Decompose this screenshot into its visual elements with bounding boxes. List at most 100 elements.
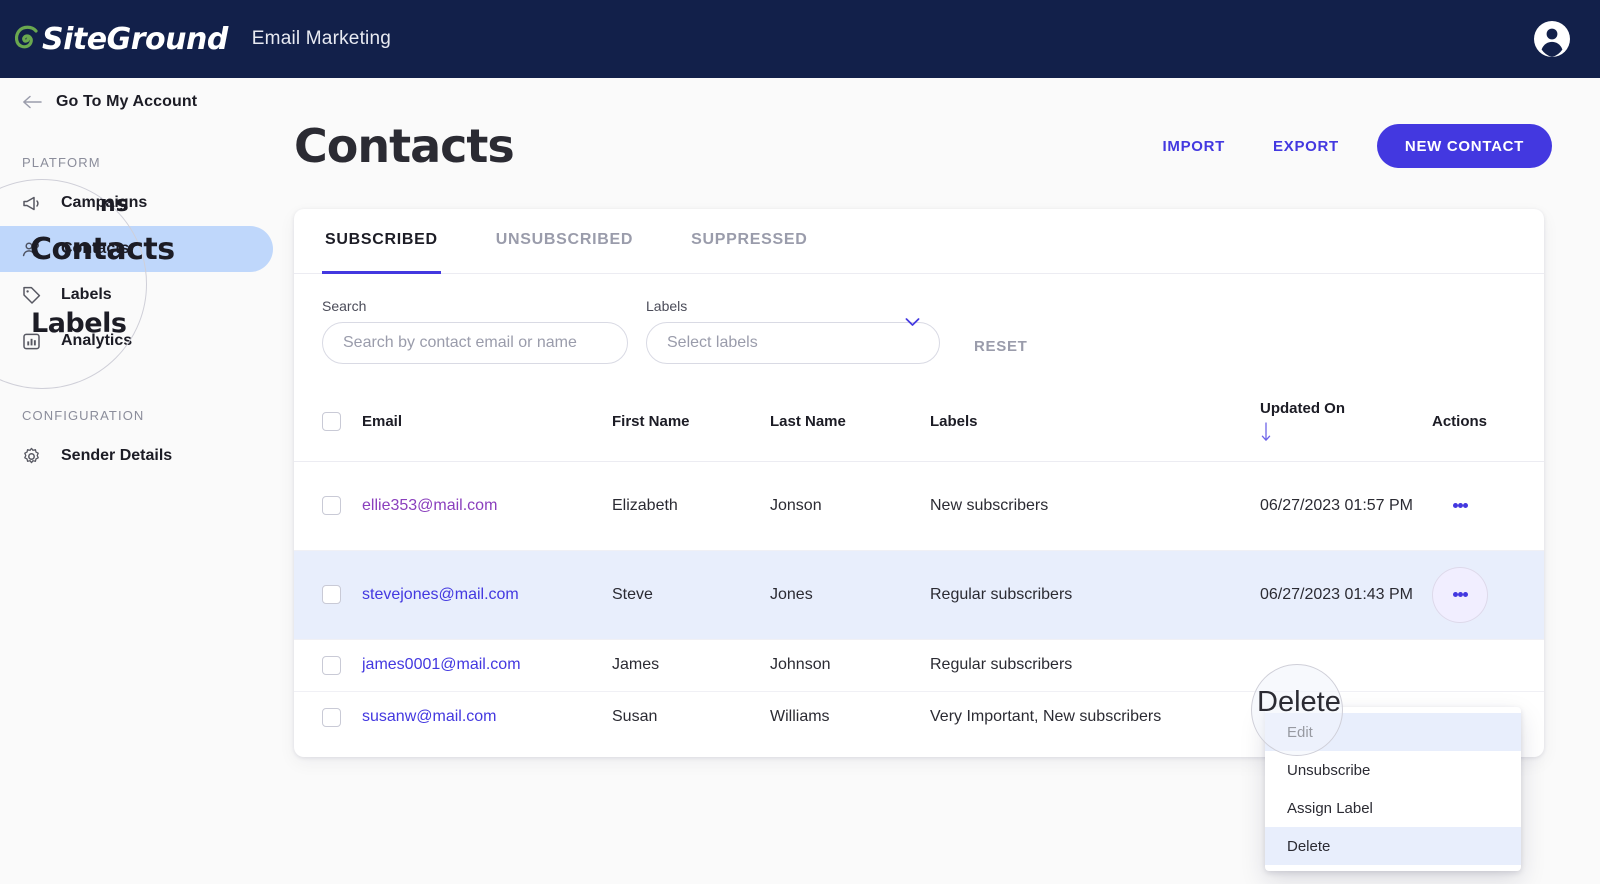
contact-email-link[interactable]: susanw@mail.com (362, 708, 497, 725)
table-header-row: Email First Name Last Name Labels Update… (294, 386, 1544, 462)
labels-label: Labels (646, 298, 688, 314)
sidebar-item-sender-details[interactable]: Sender Details (0, 433, 273, 479)
sidebar-item-labels-label: Labels (61, 286, 112, 303)
row-select-cell (294, 691, 362, 743)
labels-field: Labels Select labels (646, 298, 940, 364)
row-select-cell (294, 639, 362, 692)
col-first-name[interactable]: First Name (612, 386, 770, 462)
row-updated-on: 06/27/2023 01:57 PM (1260, 461, 1432, 551)
contacts-card: SUBSCRIBED UNSUBSCRIBED SUPPRESSED Searc… (294, 209, 1544, 871)
reset-button[interactable]: RESET (974, 338, 1028, 355)
row-last-name: Jonson (770, 461, 930, 551)
sidebar-item-campaigns[interactable]: Campaigns (0, 180, 273, 226)
go-to-my-account-label: Go To My Account (56, 93, 198, 110)
user-avatar-button[interactable] (1530, 17, 1574, 61)
kebab-dot (1462, 592, 1468, 598)
select-all-checkbox[interactable] (322, 411, 341, 431)
contacts-tabs: SUBSCRIBED UNSUBSCRIBED SUPPRESSED (294, 209, 1544, 274)
row-last-name: Williams (770, 708, 830, 726)
tab-subscribed[interactable]: SUBSCRIBED (322, 209, 441, 274)
kebab-dot (1462, 503, 1468, 509)
menu-item-delete[interactable]: Delete (1265, 827, 1521, 865)
labels-select-value: Select labels (667, 334, 758, 351)
contact-email-link[interactable]: james0001@mail.com (362, 656, 521, 673)
row-last-name: Jones (770, 550, 930, 640)
kebab-dot (1452, 592, 1458, 598)
col-updated-on-label: Updated On (1260, 400, 1345, 417)
tag-icon (22, 286, 41, 305)
row-labels: New subscribers (930, 461, 1260, 551)
row-email-cell: susanw@mail.com (362, 691, 612, 743)
tab-suppressed[interactable]: SUPPRESSED (688, 209, 810, 274)
siteground-logo[interactable]: SiteGround (10, 22, 228, 57)
row-checkbox[interactable] (322, 496, 341, 516)
row-first-name: Susan (612, 708, 658, 726)
row-select-cell (294, 550, 362, 640)
search-field: Search (322, 298, 628, 364)
table-row[interactable]: ellie353@mail.com Elizabeth Jonson New s… (294, 461, 1544, 551)
siteground-logo-icon (10, 22, 44, 56)
contacts-table-head: Email First Name Last Name Labels Update… (294, 386, 1544, 462)
kebab-dot (1452, 503, 1458, 509)
row-actions-cell (1432, 461, 1544, 551)
row-email-cell: ellie353@mail.com (362, 461, 612, 551)
user-circle-icon (1534, 21, 1570, 57)
contacts-table: Email First Name Last Name Labels Update… (294, 386, 1544, 743)
sidebar: Go To My Account PLATFORM Campaigns Cont… (0, 78, 285, 884)
col-updated-on[interactable]: Updated On (1260, 386, 1432, 462)
kebab-dot (1457, 503, 1463, 509)
row-actions-dropdown: Edit Unsubscribe Assign Label Delete (1265, 707, 1521, 871)
row-actions-cell (1432, 639, 1544, 692)
sidebar-item-contacts[interactable]: Contacts (0, 226, 273, 272)
row-checkbox[interactable] (322, 707, 341, 727)
col-actions: Actions (1432, 386, 1544, 462)
sort-descending-arrow-icon (1260, 421, 1272, 443)
row-first-name: Steve (612, 550, 770, 640)
menu-item-assign-label[interactable]: Assign Label (1265, 789, 1521, 827)
tab-unsubscribed[interactable]: UNSUBSCRIBED (493, 209, 636, 274)
go-to-my-account-link[interactable]: Go To My Account (22, 93, 285, 111)
sidebar-item-contacts-label: Contacts (61, 240, 130, 257)
menu-item-unsubscribe[interactable]: Unsubscribe (1265, 751, 1521, 789)
search-input[interactable] (322, 322, 628, 364)
row-labels: Regular subscribers (930, 639, 1260, 692)
export-button[interactable]: EXPORT (1263, 130, 1349, 163)
row-first-name: Elizabeth (612, 461, 770, 551)
row-updated-on (1260, 639, 1432, 692)
col-last-name[interactable]: Last Name (770, 386, 930, 462)
labels-select[interactable]: Select labels (646, 322, 940, 364)
bar-chart-icon (22, 332, 41, 351)
new-contact-button[interactable]: NEW CONTACT (1376, 124, 1552, 168)
row-first-name: James (612, 639, 770, 692)
contact-email-link[interactable]: ellie353@mail.com (362, 497, 497, 514)
search-label: Search (322, 298, 367, 314)
row-checkbox[interactable] (322, 585, 341, 605)
import-button[interactable]: IMPORT (1153, 130, 1236, 163)
sidebar-item-analytics[interactable]: Analytics (0, 318, 273, 364)
col-email[interactable]: Email (362, 386, 612, 462)
table-row[interactable]: stevejones@mail.com Steve Jones Regular … (294, 550, 1544, 640)
sidebar-item-labels[interactable]: Labels (0, 272, 273, 318)
kebab-dot (1457, 592, 1463, 598)
contacts-table-body: ellie353@mail.com Elizabeth Jonson New s… (294, 461, 1544, 743)
sidebar-item-campaigns-label: Campaigns (61, 194, 148, 211)
sidebar-section-configuration: CONFIGURATION (22, 408, 145, 423)
row-email-cell: stevejones@mail.com (362, 550, 612, 640)
arrow-left-icon (22, 95, 42, 109)
main-content: Contacts IMPORT EXPORT NEW CONTACT SUBSC… (285, 78, 1600, 884)
contacts-icon (22, 240, 41, 259)
sidebar-section-platform: PLATFORM (22, 155, 101, 170)
menu-item-edit[interactable]: Edit (1265, 713, 1521, 751)
row-labels: Very Important, New subscribers (930, 708, 1162, 726)
table-row[interactable]: james0001@mail.com James Johnson Regular… (294, 639, 1544, 692)
row-actions-menu-button[interactable] (1432, 478, 1488, 534)
gear-icon (22, 447, 41, 466)
row-checkbox[interactable] (322, 655, 341, 675)
row-actions-menu-button[interactable] (1432, 566, 1488, 623)
contact-email-link[interactable]: stevejones@mail.com (362, 586, 519, 603)
sidebar-item-analytics-label: Analytics (61, 332, 133, 349)
row-select-cell (294, 461, 362, 551)
col-labels[interactable]: Labels (930, 386, 1260, 462)
page-header: Contacts IMPORT EXPORT NEW CONTACT (294, 116, 1552, 176)
row-email-cell: james0001@mail.com (362, 639, 612, 692)
